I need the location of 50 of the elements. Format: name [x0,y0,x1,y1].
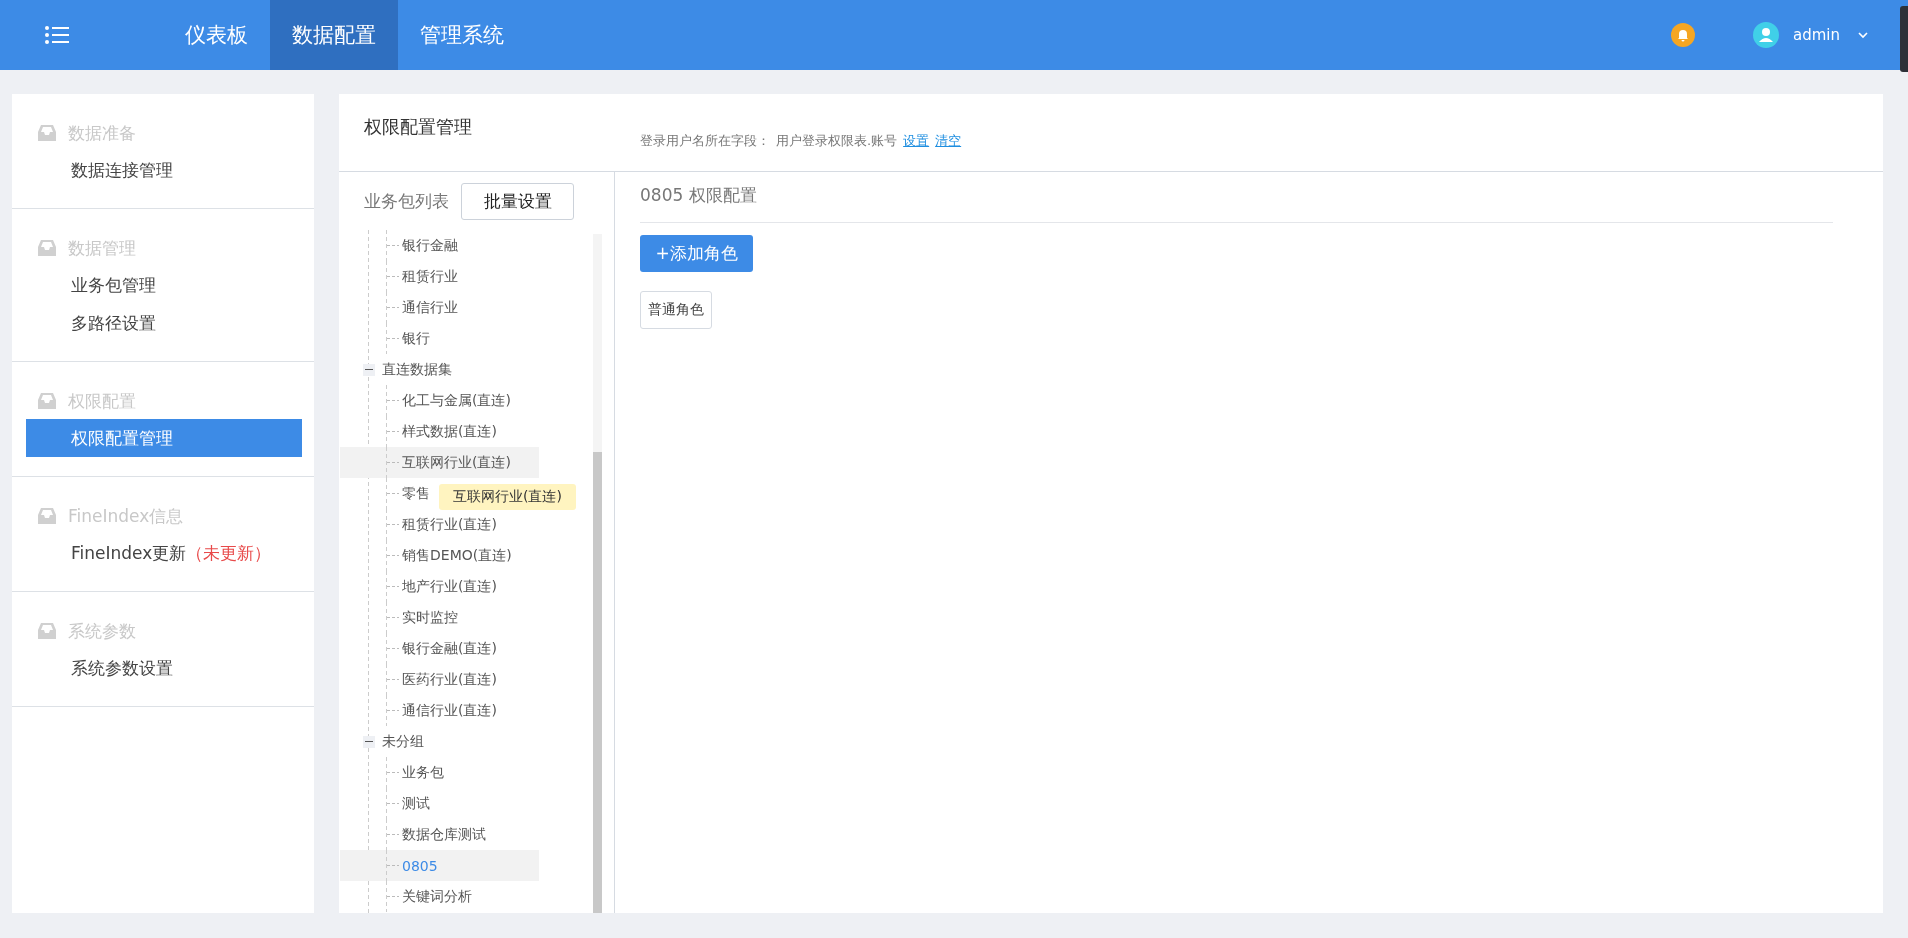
field-label: 登录用户名所在字段： [640,131,770,150]
tree-item[interactable]: 样式数据(直连) [340,416,497,447]
list-label: 业务包列表 [364,189,449,213]
user-avatar-icon[interactable] [1753,22,1779,48]
tray-icon [38,393,56,409]
tree-group-label[interactable]: 直连数据集 [382,360,452,379]
sidebar-item[interactable]: 业务包管理 [26,266,302,304]
tree-item[interactable]: 银行金融(直连) [340,633,497,664]
tree-item[interactable]: 通信行业 [340,292,458,323]
sidebar-item[interactable]: 多路径设置 [26,304,302,342]
side-handle[interactable] [1900,6,1908,72]
config-title: 0805 权限配置 [640,172,1833,223]
tree-item[interactable]: 销售DEMO(直连) [340,540,512,571]
tray-icon [38,125,56,141]
tree-item[interactable]: 通信行业(直连) [340,695,497,726]
role-button[interactable]: 普通角色 [640,291,712,329]
tray-icon [38,240,56,256]
nav-tab[interactable]: 数据配置 [270,0,398,70]
field-value: 用户登录权限表.账号 [776,131,898,150]
tree-item[interactable]: 租赁行业 [340,261,458,292]
sidebar-item[interactable]: FineIndex更新（未更新） [26,534,302,572]
tooltip: 互联网行业(直连) [439,484,576,510]
batch-settings-button[interactable]: 批量设置 [461,182,574,220]
tree-item[interactable]: 测试 [340,788,430,819]
bell-icon[interactable] [1671,23,1695,47]
tray-icon [38,623,56,639]
tree-item[interactable]: 业务包 [340,757,444,788]
tree-item[interactable]: 化工与金属(直连) [340,385,511,416]
text-link[interactable]: 清空 [935,131,962,150]
tree-item[interactable]: 银行 [340,323,430,354]
text-link[interactable]: 设置 [903,131,930,150]
page-title: 权限配置管理 [364,114,472,139]
scrollbar-thumb[interactable] [593,452,602,913]
tree-item[interactable]: 医药行业(直连) [340,664,497,695]
collapse-toggle-icon[interactable] [363,735,375,748]
tree-item[interactable]: 地产行业(直连) [340,571,497,602]
tree-item[interactable]: 实时监控 [340,602,458,633]
sidebar-item[interactable]: 数据连接管理 [26,151,302,189]
chevron-down-icon[interactable] [1858,31,1868,39]
tree-item[interactable]: 关键词分析 [340,881,472,912]
tree-item[interactable]: 互联网行业(直连) [340,447,539,478]
sidebar-item[interactable]: 系统参数设置 [26,649,302,687]
collapse-toggle-icon[interactable] [363,363,375,376]
tree-item[interactable]: 银行金融 [340,230,458,261]
tree-group-label[interactable]: 未分组 [382,732,424,751]
tree-item[interactable]: 零售 [340,478,430,509]
tree-item[interactable]: 租赁行业(直连) [340,509,497,540]
tree-item[interactable]: 数据仓库测试 [340,819,486,850]
menu-icon[interactable] [45,25,69,45]
tray-icon [38,508,56,524]
